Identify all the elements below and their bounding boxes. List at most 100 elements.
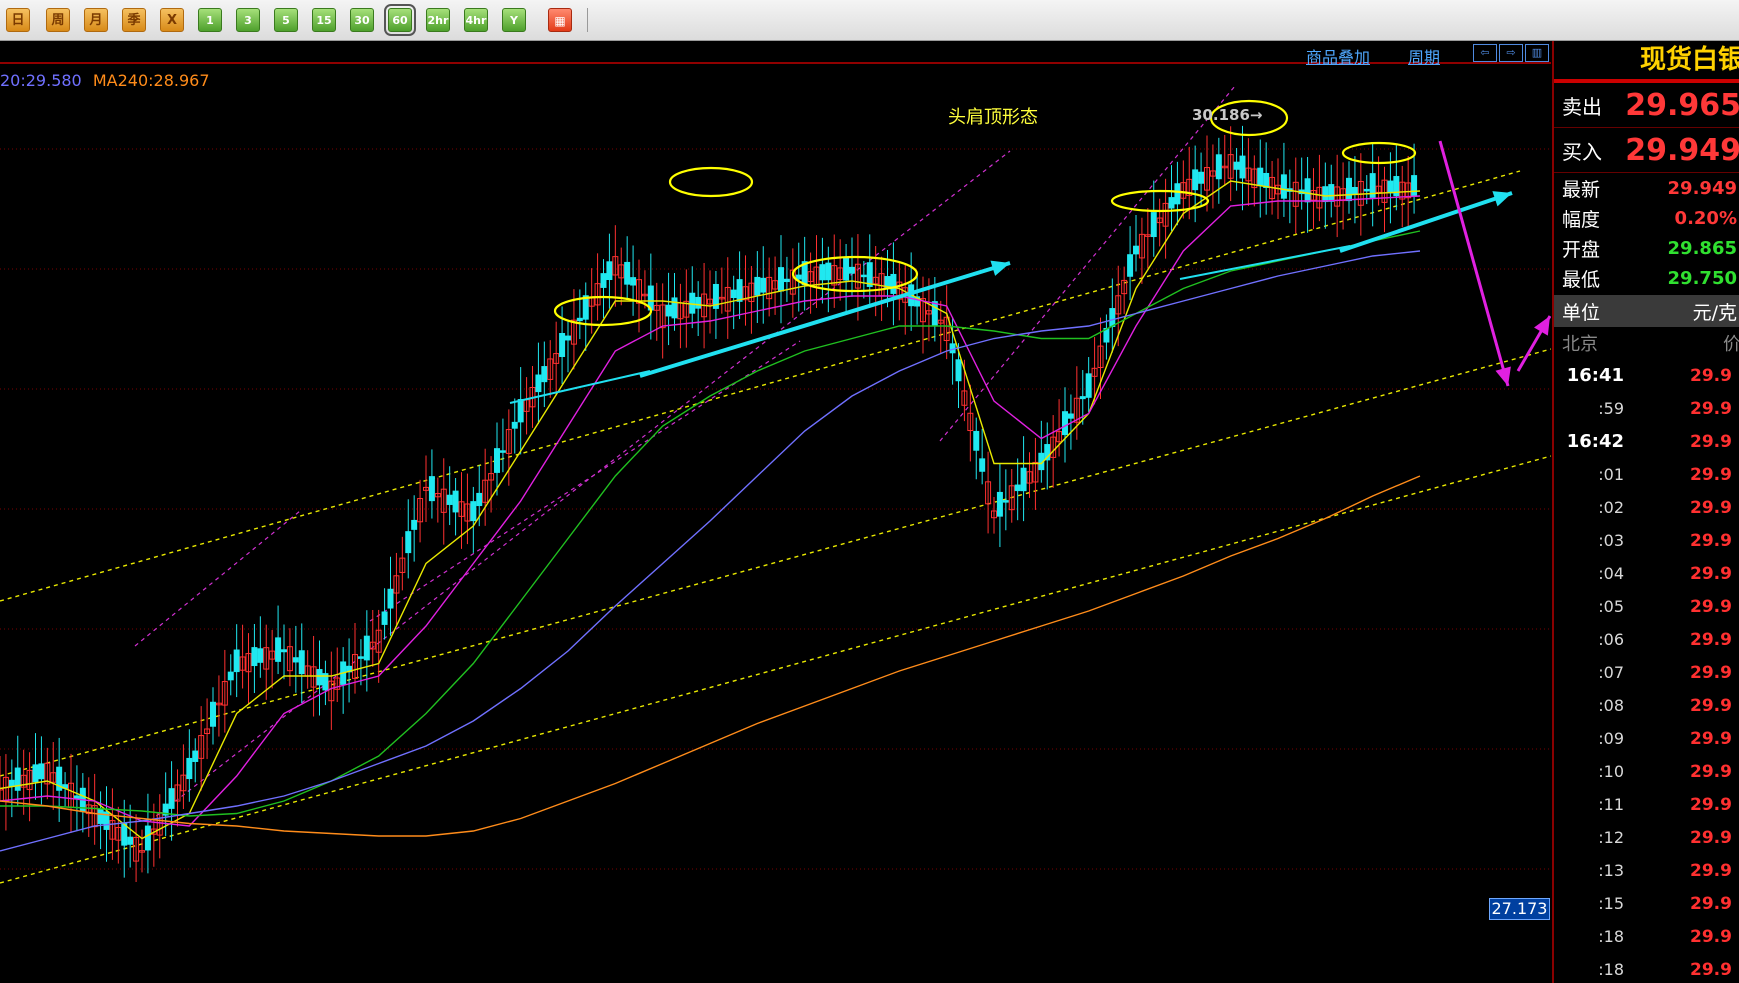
chart-canvas[interactable] <box>0 41 1551 983</box>
period-button-10[interactable]: 60 <box>384 4 416 36</box>
candle-body <box>411 519 418 530</box>
unit-label: 单位 <box>1562 301 1601 324</box>
quote-row: 幅度 0.20% <box>1554 203 1739 233</box>
tick-price: 29.9 <box>1690 464 1732 485</box>
tick-row[interactable]: :06 29.9 <box>1554 623 1739 656</box>
layout-icon[interactable]: ▥ <box>1525 44 1549 62</box>
tick-time: :05 <box>1598 597 1624 616</box>
candle-body <box>843 257 850 281</box>
period-link[interactable]: 周期 <box>1408 44 1440 68</box>
candle-body <box>192 750 199 762</box>
candle-body <box>665 304 672 317</box>
tick-row[interactable]: :12 29.9 <box>1554 821 1739 854</box>
channel-line <box>0 348 1551 777</box>
candle-body <box>860 274 867 278</box>
candle-body <box>1109 308 1116 327</box>
tick-row[interactable]: :07 29.9 <box>1554 656 1739 689</box>
period-button-9[interactable]: 30 <box>350 8 374 32</box>
candle-body <box>511 421 518 429</box>
buy-price: 29.949 <box>1625 132 1739 168</box>
tick-row[interactable]: :02 29.9 <box>1554 491 1739 524</box>
tick-price: 29.9 <box>1690 365 1732 386</box>
period-button-13[interactable]: Y <box>502 8 526 32</box>
tick-row[interactable]: :59 29.9 <box>1554 392 1739 425</box>
tick-row[interactable]: :01 29.9 <box>1554 458 1739 491</box>
tick-time: :07 <box>1598 663 1624 682</box>
candle-body <box>227 671 234 681</box>
candle-body <box>8 779 15 787</box>
candle-body <box>1014 484 1021 492</box>
period-button-8[interactable]: 15 <box>312 8 336 32</box>
tick-price: 29.9 <box>1690 959 1732 980</box>
tick-row[interactable]: :04 29.9 <box>1554 557 1739 590</box>
period-button-12[interactable]: 4hr <box>464 8 488 32</box>
tick-row[interactable]: :13 29.9 <box>1554 854 1739 887</box>
scroll-left-icon[interactable]: ⇦ <box>1473 44 1497 62</box>
candle-body <box>1133 245 1139 255</box>
tick-row[interactable]: :10 29.9 <box>1554 755 1739 788</box>
tick-time: :18 <box>1598 927 1624 946</box>
candle-body <box>14 767 21 791</box>
period-button-3[interactable]: 季 <box>122 8 146 32</box>
kline-chart[interactable]: 商品叠加 周期 ⇦ ⇨ ▥ 20:29.580 MA240:28.967 头肩顶… <box>0 41 1551 983</box>
period-button-11[interactable]: 2hr <box>426 8 450 32</box>
channel-line <box>0 170 1521 602</box>
candle-body <box>955 359 962 382</box>
buy-row: 买入 29.949 <box>1554 128 1739 173</box>
period-button-6[interactable]: 3 <box>236 8 260 32</box>
peak-price-label: 30.186→ <box>1192 106 1263 124</box>
candle-body <box>996 491 1003 517</box>
period-button-1[interactable]: 周 <box>46 8 70 32</box>
candle-body <box>1168 197 1175 209</box>
candle-body <box>576 317 583 322</box>
period-button-5[interactable]: 1 <box>198 8 222 32</box>
tick-row[interactable]: 16:42 29.9 <box>1554 425 1739 458</box>
candle-body <box>695 296 702 309</box>
scroll-right-icon[interactable]: ⇨ <box>1499 44 1523 62</box>
tick-price: 29.9 <box>1690 563 1732 584</box>
candle-body <box>535 374 542 393</box>
candle-body <box>1263 172 1270 189</box>
period-button-14[interactable]: ▦ <box>548 8 572 32</box>
candle-body <box>363 635 370 661</box>
tick-price: 29.9 <box>1690 662 1732 683</box>
candle-body <box>819 264 826 281</box>
chart-nav-buttons: ⇦ ⇨ ▥ <box>1473 44 1549 62</box>
cursor-price-tag: 27.173 <box>1489 898 1550 920</box>
price-column-label: 价 <box>1661 330 1739 356</box>
period-button-7[interactable]: 5 <box>274 8 298 32</box>
tick-row[interactable]: :11 29.9 <box>1554 788 1739 821</box>
quote-stats: 最新 29.949 幅度 0.20% 开盘 29.865 最低 29.750 <box>1554 173 1739 293</box>
overlay-link[interactable]: 商品叠加 <box>1306 44 1370 68</box>
candle-body <box>1127 254 1134 277</box>
tick-price: 29.9 <box>1690 629 1732 650</box>
ma20-value: 20:29.580 <box>0 71 82 90</box>
tick-row[interactable]: :05 29.9 <box>1554 590 1739 623</box>
candle-body <box>97 808 104 824</box>
tick-row[interactable]: :18 29.9 <box>1554 920 1739 953</box>
candle-body <box>32 764 39 783</box>
tick-list[interactable]: 16:41 29.9:59 29.9 16:42 29.9:01 29.9:02 29.9:… <box>1554 359 1739 983</box>
tick-price: 29.9 <box>1690 431 1732 452</box>
candle-body <box>1150 212 1157 238</box>
candle-body <box>275 637 282 662</box>
tick-row[interactable]: :03 29.9 <box>1554 524 1739 557</box>
candle-body <box>783 278 790 283</box>
tick-row[interactable]: 16:41 29.9 <box>1554 359 1739 392</box>
candle-body <box>405 531 412 554</box>
sell-row: 卖出 29.965 <box>1554 83 1739 128</box>
period-button-4[interactable]: X <box>160 8 184 32</box>
tick-time: :06 <box>1598 630 1624 649</box>
tick-time: :12 <box>1598 828 1624 847</box>
tick-row[interactable]: :18 29.9 <box>1554 953 1739 983</box>
candle-body <box>73 795 80 800</box>
tick-row[interactable]: :08 29.9 <box>1554 689 1739 722</box>
candle-body <box>671 297 678 319</box>
tick-row[interactable]: :09 29.9 <box>1554 722 1739 755</box>
period-button-0[interactable]: 日 <box>6 8 30 32</box>
ma-legend: 20:29.580 MA240:28.967 <box>0 71 210 90</box>
tick-row[interactable]: :15 29.9 <box>1554 887 1739 920</box>
candle-body <box>1020 467 1027 492</box>
candle-body <box>281 649 287 653</box>
period-button-2[interactable]: 月 <box>84 8 108 32</box>
